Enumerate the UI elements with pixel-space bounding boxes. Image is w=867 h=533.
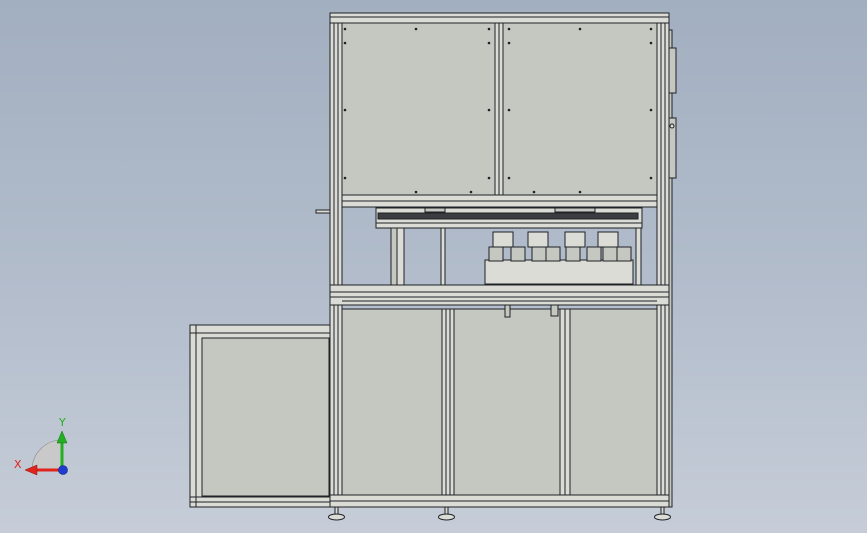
side-module-panel [201,337,330,497]
lower-right-panel [569,308,658,496]
machine-model[interactable] [0,0,867,533]
side-module-frame [189,324,333,508]
cad-viewport[interactable]: Y X [0,0,867,533]
upper-right-panel [502,22,658,196]
leveling-feet [328,506,671,521]
lower-middle-panel [453,308,561,496]
upper-left-panel [341,22,496,196]
lower-left-panel [341,308,443,496]
